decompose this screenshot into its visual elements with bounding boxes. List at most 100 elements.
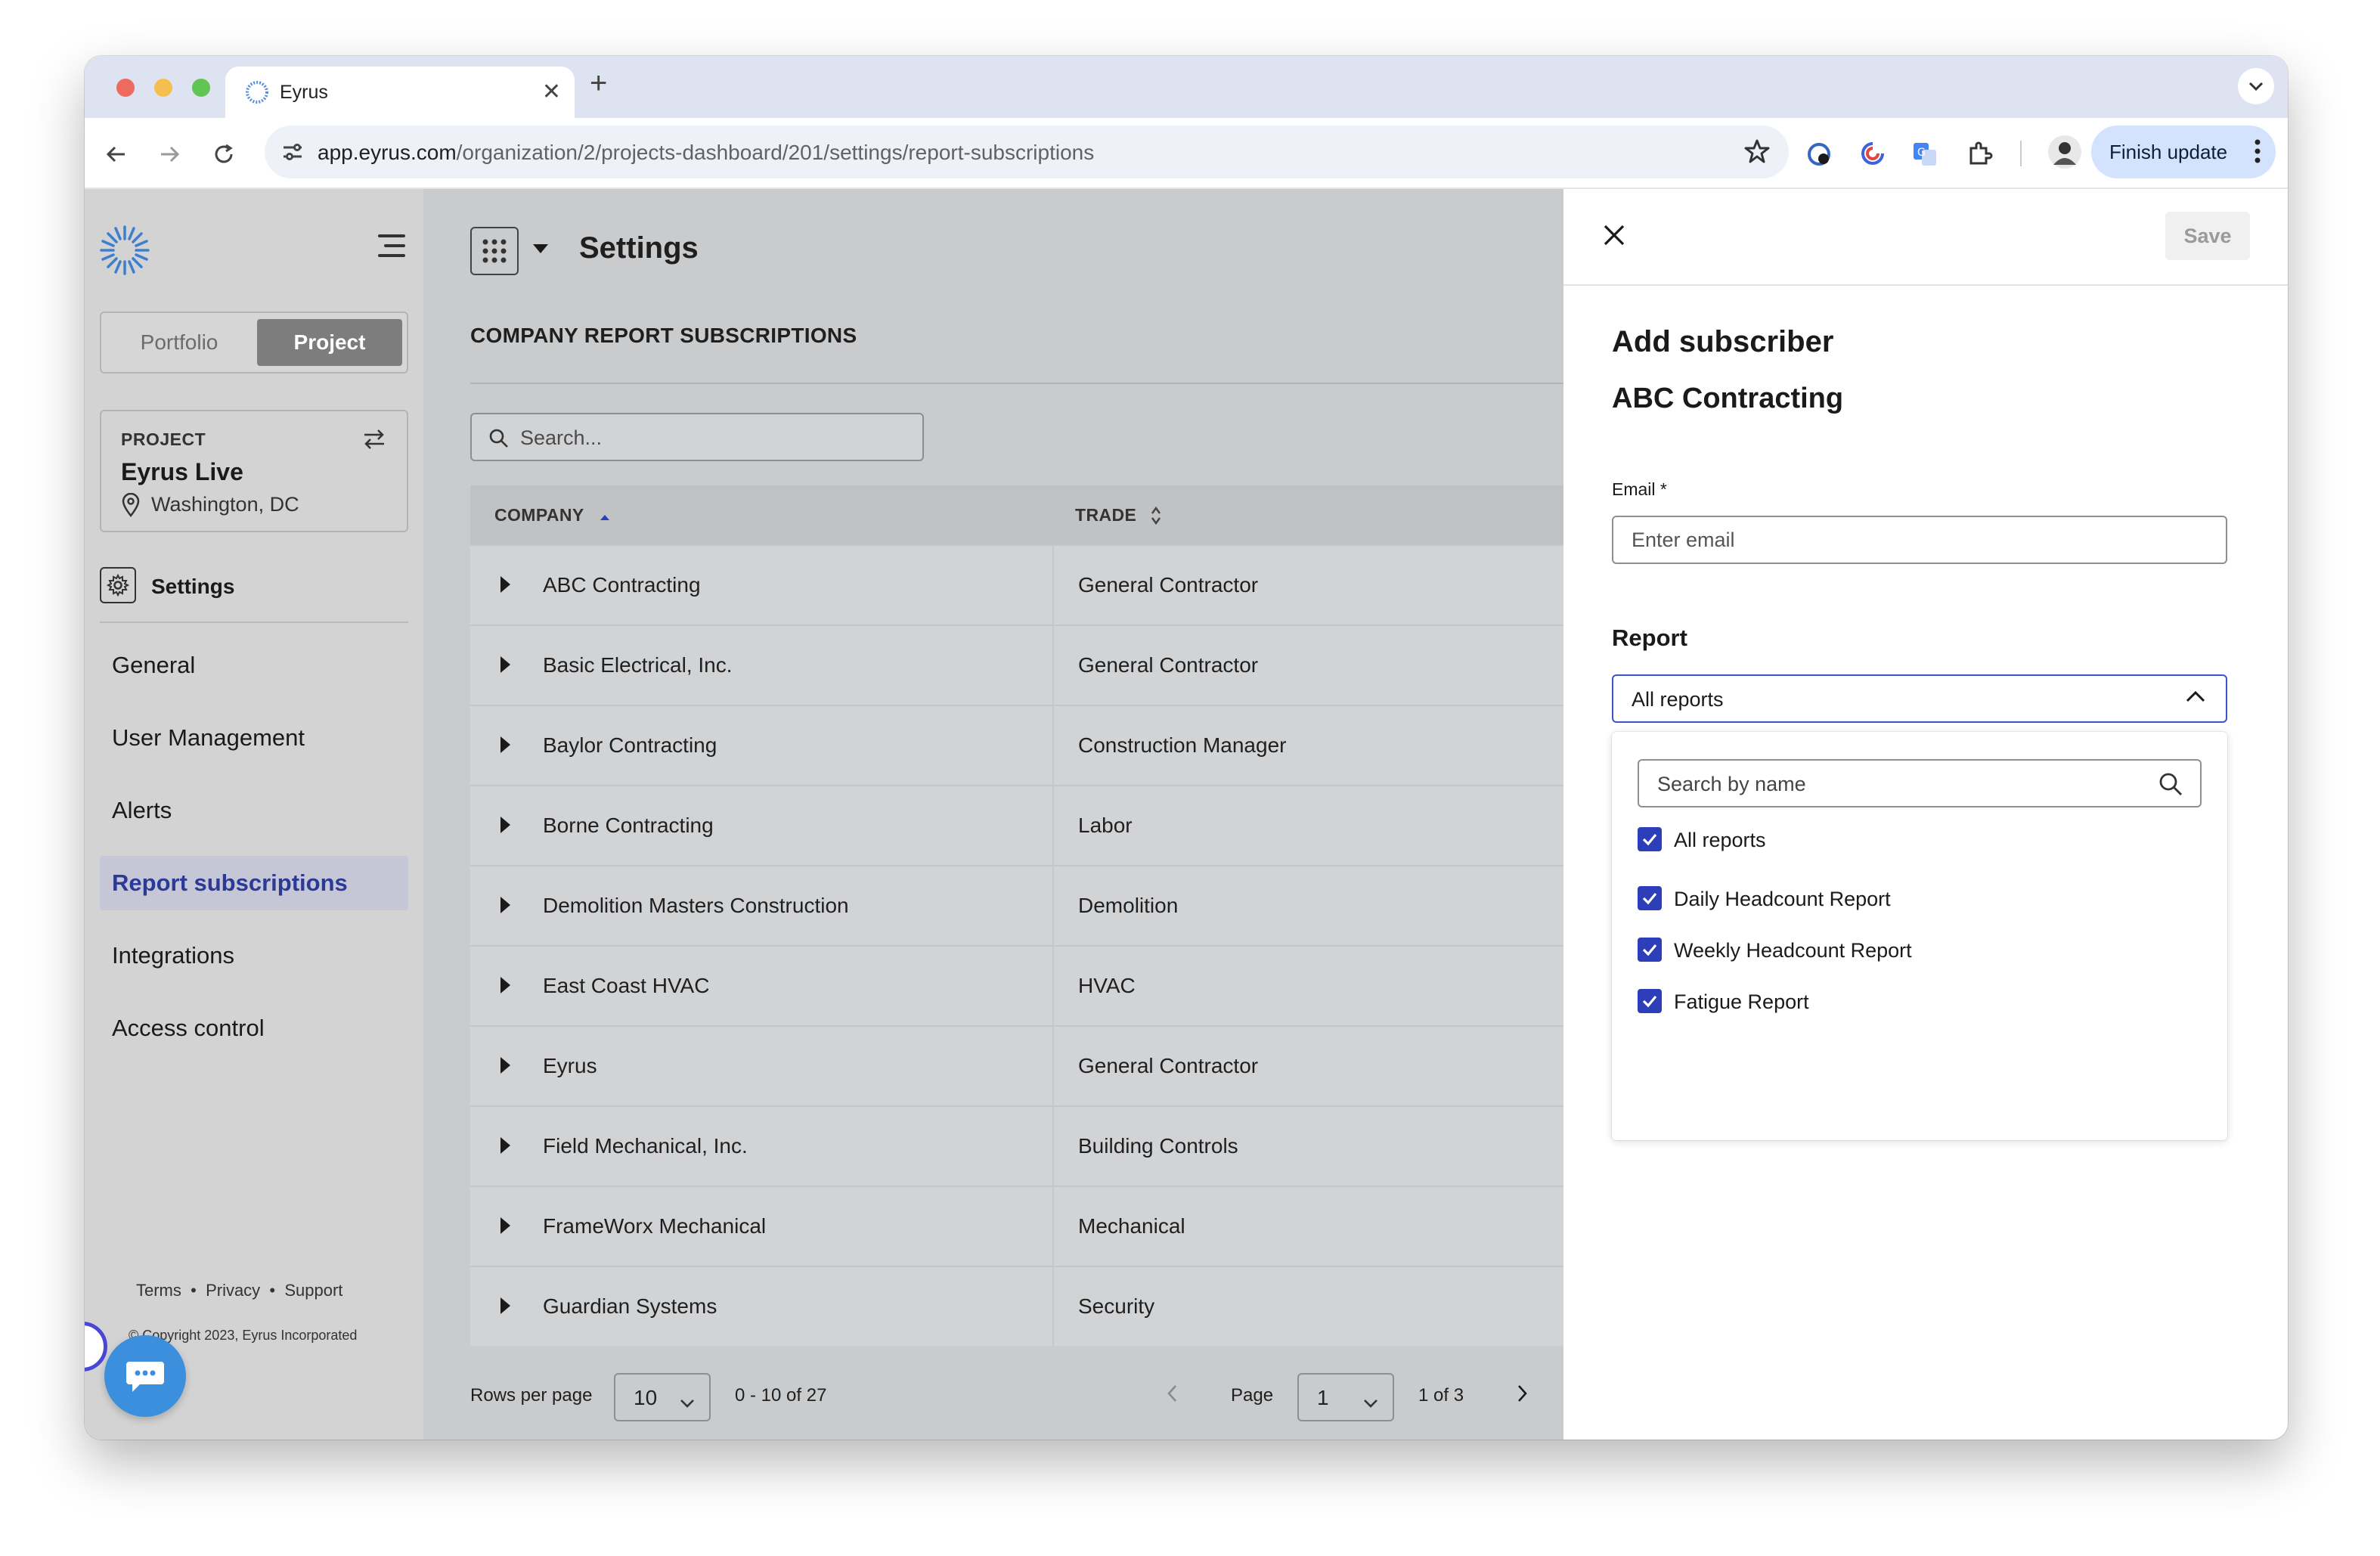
table-row[interactable]: Eyrus General Contractor xyxy=(470,1025,1648,1105)
app-launcher-button[interactable] xyxy=(470,227,519,275)
new-tab-icon[interactable]: + xyxy=(590,67,607,101)
sidebar-item-access-control[interactable]: Access control xyxy=(100,1001,408,1055)
switch-project-icon[interactable] xyxy=(361,426,387,456)
browser-tab-eyrus[interactable]: Eyrus ✕ xyxy=(225,67,575,118)
report-search-input[interactable]: Search by name xyxy=(1638,759,2202,807)
expand-row-icon[interactable] xyxy=(500,1217,510,1234)
rows-per-page-label: Rows per page xyxy=(470,1385,593,1406)
tab-search-chevron-icon[interactable] xyxy=(2238,68,2274,104)
extension-circle-icon[interactable] xyxy=(1860,141,1886,170)
address-bar[interactable]: app.eyrus.com/organization/2/projects-da… xyxy=(265,126,1789,178)
main-content: Settings COMPANY REPORT SUBSCRIPTIONS Se… xyxy=(423,189,1648,1440)
extension-shield-icon[interactable] xyxy=(1805,141,1833,172)
report-option-label: All reports xyxy=(1674,829,1766,851)
company-cell: Eyrus xyxy=(543,1054,597,1077)
caret-down-icon[interactable] xyxy=(532,243,549,258)
table-row[interactable]: ABC Contracting General Contractor xyxy=(470,544,1648,625)
company-search-input[interactable]: Search... xyxy=(470,413,924,461)
chat-support-button[interactable] xyxy=(104,1335,186,1417)
finish-update-label: Finish update xyxy=(2109,140,2228,163)
app-root: Portfolio Project PROJECT Eyrus Live Was… xyxy=(85,189,2288,1440)
profile-avatar[interactable] xyxy=(2047,135,2082,173)
rows-per-page-select[interactable]: 10 xyxy=(614,1373,711,1421)
url-path: /organization/2/projects-dashboard/201/s… xyxy=(456,141,1095,164)
table-row[interactable]: East Coast HVAC HVAC xyxy=(470,945,1648,1025)
project-card-label: PROJECT xyxy=(121,429,206,449)
expand-row-icon[interactable] xyxy=(500,736,510,753)
close-tab-icon[interactable]: ✕ xyxy=(542,79,561,105)
extensions-puzzle-icon[interactable] xyxy=(1967,141,1993,170)
footer-separator: • xyxy=(269,1281,276,1300)
footer-links: Terms • Privacy • Support xyxy=(136,1281,342,1300)
privacy-link[interactable]: Privacy xyxy=(206,1281,260,1300)
column-trade-label: TRADE xyxy=(1075,505,1137,525)
column-divider xyxy=(1052,706,1054,785)
checkbox-checked-icon[interactable] xyxy=(1638,989,1662,1013)
expand-row-icon[interactable] xyxy=(500,576,510,593)
eyrus-logo-icon[interactable] xyxy=(98,224,151,281)
expand-row-icon[interactable] xyxy=(500,817,510,833)
checkbox-checked-icon[interactable] xyxy=(1638,827,1662,851)
pagination-range: 0 - 10 of 27 xyxy=(735,1385,827,1406)
column-divider xyxy=(1052,1267,1054,1346)
checkbox-checked-icon[interactable] xyxy=(1638,938,1662,962)
next-page-chevron-icon[interactable] xyxy=(1517,1384,1529,1407)
report-select[interactable]: All reports xyxy=(1612,674,2227,723)
column-header-company[interactable]: COMPANY xyxy=(494,505,610,525)
table-row[interactable]: Baylor Contracting Construction Manager xyxy=(470,705,1648,785)
pagination-bar: Rows per page 10 0 - 10 of 27 Page 1 1 o… xyxy=(470,1368,1559,1421)
more-vertical-icon[interactable] xyxy=(2254,138,2261,170)
previous-page-chevron-icon[interactable] xyxy=(1166,1384,1178,1407)
sidebar-item-integrations[interactable]: Integrations xyxy=(100,928,408,983)
expand-row-icon[interactable] xyxy=(500,656,510,673)
bookmark-star-icon[interactable] xyxy=(1743,138,1771,169)
report-label: Report xyxy=(1612,625,1687,651)
reload-icon[interactable] xyxy=(209,139,239,169)
settings-label: Settings xyxy=(151,575,235,598)
portfolio-project-toggle: Portfolio Project xyxy=(100,312,408,374)
expand-row-icon[interactable] xyxy=(500,977,510,993)
maximize-window-button[interactable] xyxy=(192,79,210,97)
table-header: COMPANY TRADE xyxy=(470,485,1648,544)
table-row[interactable]: Demolition Masters Construction Demolitio… xyxy=(470,865,1648,945)
close-window-button[interactable] xyxy=(116,79,135,97)
table-row[interactable]: Field Mechanical, Inc. Building Controls xyxy=(470,1105,1648,1186)
back-arrow-icon[interactable] xyxy=(101,139,132,169)
trade-cell: General Contractor xyxy=(1078,573,1259,597)
expand-row-icon[interactable] xyxy=(500,1057,510,1074)
checkbox-checked-icon[interactable] xyxy=(1638,886,1662,910)
chevron-up-icon xyxy=(2185,690,2206,707)
sidebar-item-report-subscriptions[interactable]: Report subscriptions xyxy=(100,856,408,910)
site-settings-icon[interactable] xyxy=(281,141,304,167)
sidebar-item-general[interactable]: General xyxy=(100,638,408,693)
trade-cell: Mechanical xyxy=(1078,1214,1185,1238)
table-row[interactable]: FrameWorx Mechanical Mechanical xyxy=(470,1186,1648,1266)
sidebar-item-alerts[interactable]: Alerts xyxy=(100,783,408,838)
project-toggle-button[interactable]: Project xyxy=(257,319,402,366)
minimize-window-button[interactable] xyxy=(154,79,172,97)
support-link[interactable]: Support xyxy=(284,1281,342,1300)
help-widget-ring[interactable] xyxy=(85,1322,107,1372)
table-row[interactable]: Basic Electrical, Inc. General Contractor xyxy=(470,625,1648,705)
email-field[interactable] xyxy=(1612,516,2227,564)
terms-link[interactable]: Terms xyxy=(136,1281,181,1300)
browser-toolbar: app.eyrus.com/organization/2/projects-da… xyxy=(85,118,2288,189)
forward-arrow-icon[interactable] xyxy=(154,139,184,169)
expand-row-icon[interactable] xyxy=(500,1297,510,1314)
close-panel-icon[interactable] xyxy=(1603,224,1625,250)
table-row[interactable]: Guardian Systems Security xyxy=(470,1266,1648,1346)
finish-update-button[interactable]: Finish update xyxy=(2091,126,2276,178)
menu-hamburger-icon[interactable] xyxy=(375,234,405,264)
sidebar-item-user-management[interactable]: User Management xyxy=(100,711,408,765)
save-button[interactable]: Save xyxy=(2165,212,2250,260)
translate-extension-icon[interactable]: G xyxy=(1911,141,1938,172)
table-row[interactable]: Borne Contracting Labor xyxy=(470,785,1648,865)
url-text: app.eyrus.com/organization/2/projects-da… xyxy=(318,141,1094,165)
page-select[interactable]: 1 xyxy=(1297,1373,1394,1421)
panel-title: Add subscriber xyxy=(1612,325,1834,358)
settings-gear-icon xyxy=(100,567,136,603)
portfolio-toggle-button[interactable]: Portfolio xyxy=(107,319,251,366)
expand-row-icon[interactable] xyxy=(500,897,510,913)
expand-row-icon[interactable] xyxy=(500,1137,510,1154)
column-header-trade[interactable]: TRADE xyxy=(1075,505,1161,525)
